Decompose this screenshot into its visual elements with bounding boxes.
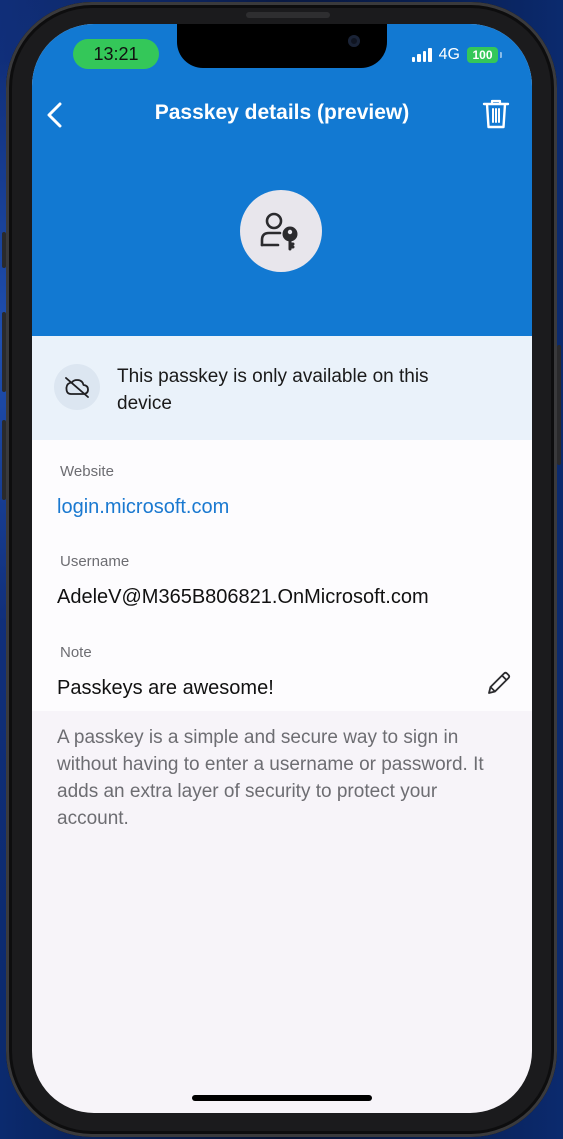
chevron-left-icon: [47, 102, 62, 128]
avatar: [240, 190, 322, 272]
person-key-icon: [260, 212, 298, 251]
notch: [177, 24, 387, 68]
side-button: [2, 232, 6, 268]
camera-icon: [348, 35, 360, 47]
username-value: AdeleV@M365B806821.OnMicrosoft.com: [57, 586, 429, 608]
device-only-banner: This passkey is only available on this d…: [32, 336, 532, 440]
cloud-off-icon: [65, 377, 89, 398]
status-indicators: 4G 100: [411, 46, 502, 64]
trash-icon: [482, 99, 510, 129]
header: 13:21 4G 100 Passkey details (preview): [32, 24, 532, 336]
network-type: 4G: [438, 46, 460, 63]
pencil-icon: [488, 671, 511, 694]
battery-icon: 100: [467, 47, 502, 63]
volume-up-button: [2, 312, 6, 392]
back-button[interactable]: [38, 97, 72, 133]
speaker-grille: [246, 12, 330, 18]
phone-screen: 13:21 4G 100 Passkey details (preview) T…: [32, 24, 532, 1113]
delete-button[interactable]: [480, 96, 512, 132]
status-time: 13:21: [73, 39, 159, 69]
cloud-off-badge: [54, 364, 100, 410]
passkey-details: Website login.microsoft.com Username Ade…: [32, 440, 532, 711]
volume-down-button: [2, 420, 6, 500]
note-value: Passkeys are awesome!: [57, 677, 274, 699]
banner-text: This passkey is only available on this d…: [117, 366, 429, 414]
page-title: Passkey details (preview): [154, 101, 410, 124]
signal-icon: [411, 48, 432, 62]
passkey-description: A passkey is a simple and secure way to …: [57, 727, 484, 829]
website-link[interactable]: login.microsoft.com: [57, 496, 229, 519]
edit-note-button[interactable]: [484, 668, 514, 698]
note-label: Note: [60, 644, 92, 661]
power-button: [557, 345, 561, 465]
username-label: Username: [60, 553, 130, 570]
home-indicator[interactable]: [192, 1095, 372, 1101]
website-label: Website: [60, 463, 114, 480]
